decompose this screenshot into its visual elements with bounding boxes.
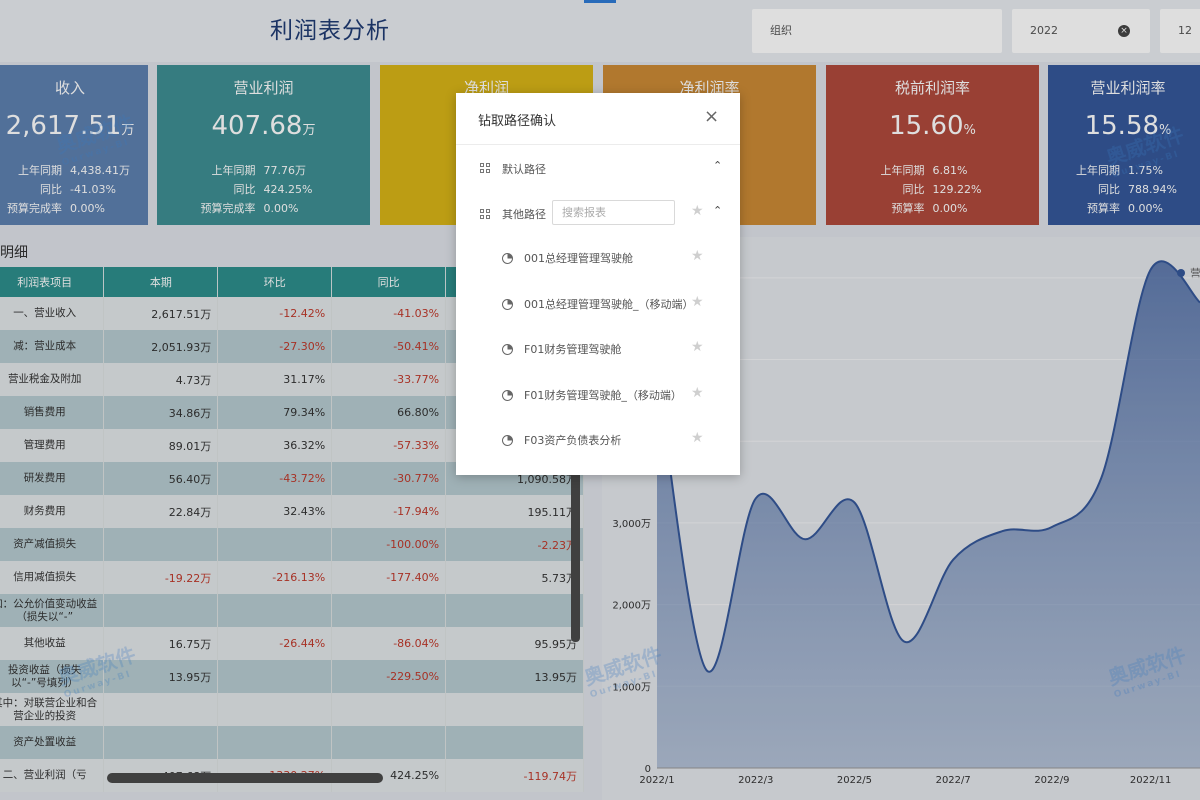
grid-icon (480, 163, 490, 173)
star-icon[interactable]: ★ (691, 385, 704, 401)
report-search-input[interactable] (552, 200, 675, 225)
star-icon[interactable]: ★ (691, 248, 704, 264)
other-path-label: 其他路径 (502, 208, 546, 221)
report-pie-icon (502, 389, 513, 401)
close-icon[interactable]: × (704, 107, 719, 127)
star-icon[interactable]: ★ (691, 294, 704, 310)
report-path-item[interactable]: 001总经理管理驾驶舱_（移动端） (524, 296, 694, 312)
dialog-divider (456, 144, 740, 145)
star-icon[interactable]: ★ (691, 203, 704, 219)
report-pie-icon (502, 253, 513, 264)
report-pie-icon (502, 344, 513, 355)
report-path-item[interactable]: 001总经理管理驾驶舱 (524, 250, 633, 266)
chevron-up-icon[interactable]: ⌃ (713, 204, 722, 217)
dialog-title: 钻取路径确认 (478, 114, 557, 129)
chevron-up-icon[interactable]: ⌃ (713, 159, 722, 172)
default-path-label[interactable]: 默认路径 (502, 161, 546, 177)
report-pie-icon (502, 298, 513, 310)
grid-icon (480, 209, 490, 219)
drill-path-dialog: 钻取路径确认 × 默认路径 ⌃ 其他路径 ★ ⌃ 001总经理管理驾驶舱★001… (456, 93, 740, 475)
report-pie-icon (502, 435, 513, 446)
report-path-item[interactable]: F01财务管理驾驶舱_（移动端） (524, 387, 682, 403)
star-icon[interactable]: ★ (691, 430, 704, 446)
report-path-item[interactable]: F03资产负债表分析 (524, 432, 621, 448)
report-path-item[interactable]: F01财务管理驾驶舱 (524, 341, 621, 357)
star-icon[interactable]: ★ (691, 339, 704, 355)
